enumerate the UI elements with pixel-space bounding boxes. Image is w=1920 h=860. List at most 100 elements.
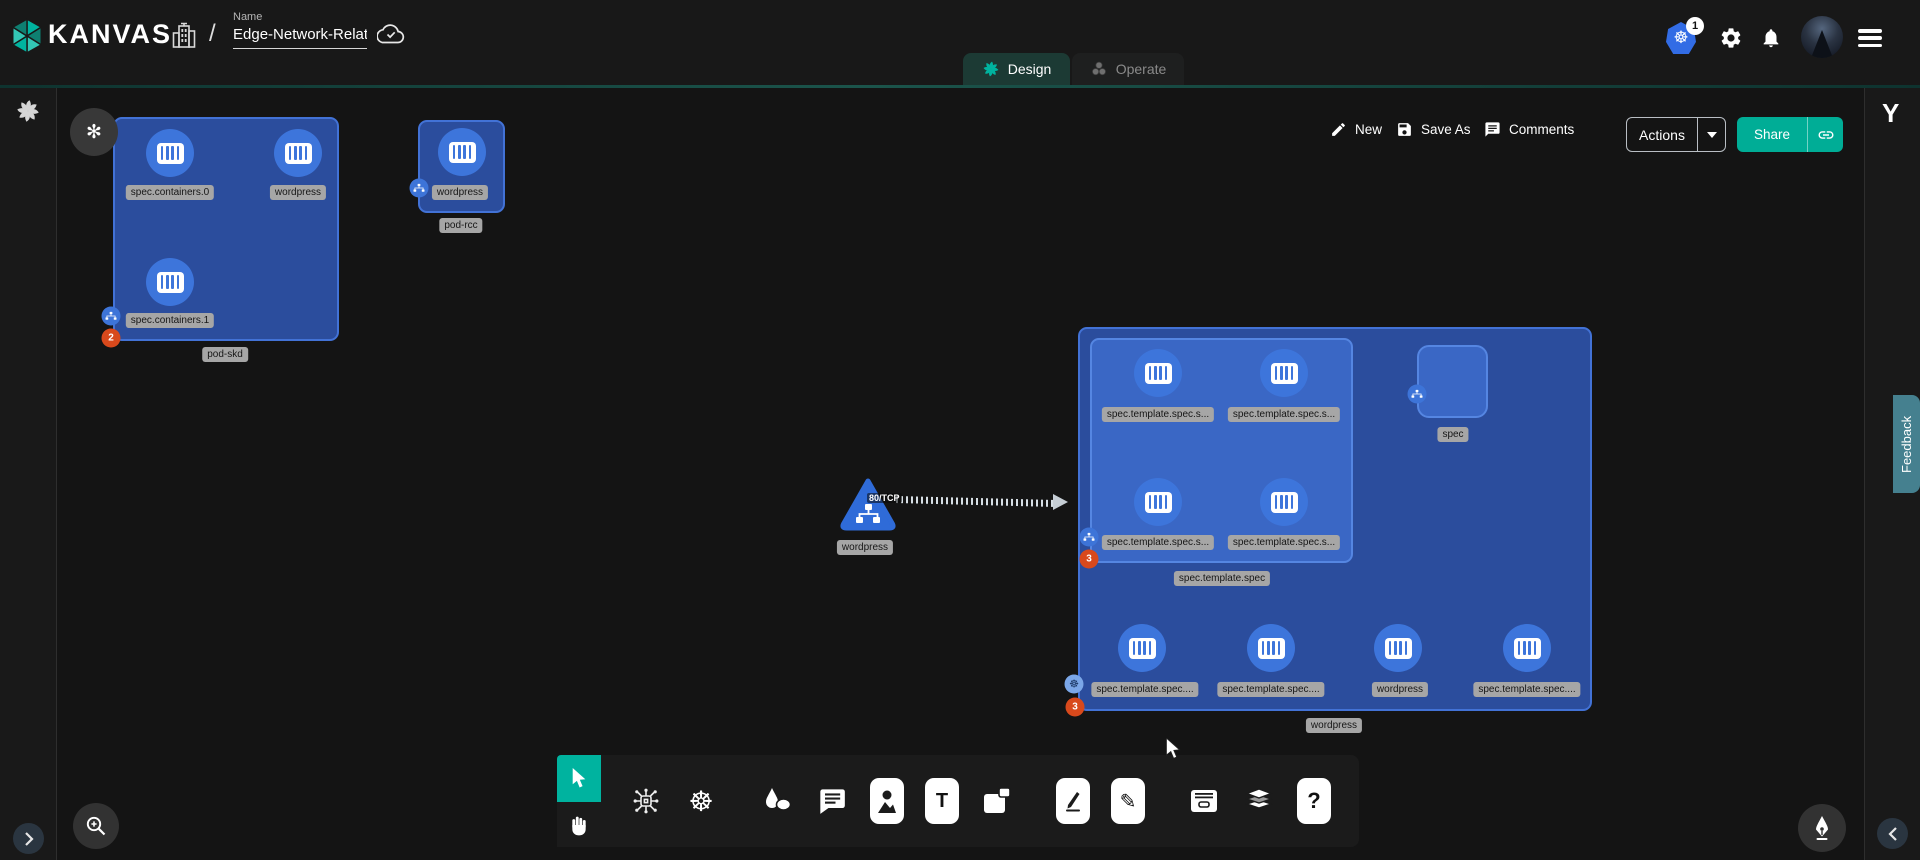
- left-rail: [0, 88, 57, 860]
- organization-icon[interactable]: [171, 21, 197, 49]
- hierarchy-icon: [414, 183, 425, 193]
- kubernetes-badge[interactable]: ☸: [1065, 675, 1084, 694]
- container-icon: [1271, 492, 1298, 513]
- right-panel-handle[interactable]: Y: [1882, 98, 1899, 129]
- actions-button[interactable]: Actions: [1626, 117, 1726, 152]
- container-icon: [157, 143, 184, 164]
- design-name-label: Name: [233, 11, 367, 23]
- canvas-dock: ☸ T: [557, 755, 1359, 847]
- pen-tool-button[interactable]: [1056, 778, 1090, 824]
- text-tool-button[interactable]: T: [925, 778, 959, 824]
- node-deployment-container-0[interactable]: [1118, 624, 1166, 672]
- node-template-container-1[interactable]: [1260, 349, 1308, 397]
- comment-tool-button[interactable]: [815, 778, 849, 824]
- layers-tool-button[interactable]: [1242, 778, 1276, 824]
- image-icon: [876, 787, 898, 815]
- zoom-search-button[interactable]: [73, 803, 119, 849]
- edge-port-label: 80/TCP: [867, 493, 902, 503]
- settings-gear-icon[interactable]: [1719, 26, 1743, 50]
- node-spec[interactable]: [1417, 345, 1488, 418]
- relationship-badge[interactable]: [410, 179, 429, 198]
- relationship-badge[interactable]: [1080, 528, 1099, 547]
- node-spec-containers-1[interactable]: [146, 258, 194, 306]
- meshery-spinner-icon[interactable]: [15, 98, 41, 124]
- node-label: wordpress: [432, 185, 488, 200]
- shapes-tool-button[interactable]: [760, 778, 794, 824]
- feedback-tab[interactable]: Feedback: [1893, 395, 1920, 493]
- node-label: spec.template.spec....: [1217, 682, 1324, 697]
- container-icon: [285, 143, 312, 164]
- node-label: spec.template.spec.s...: [1228, 407, 1340, 422]
- kubernetes-tool-button[interactable]: ☸: [684, 778, 718, 824]
- group-label: wordpress: [1306, 718, 1362, 733]
- node-spec-containers-0[interactable]: [146, 129, 194, 177]
- tab-design[interactable]: Design: [963, 53, 1070, 85]
- node-wordpress-service[interactable]: [839, 477, 897, 534]
- brand-title: KANVAS: [48, 19, 172, 50]
- help-tool-button[interactable]: ?: [1297, 778, 1331, 824]
- group-spec-template-spec[interactable]: [1090, 338, 1353, 563]
- node-wordpress-pod-skd[interactable]: [274, 129, 322, 177]
- node-label: spec.template.spec.s...: [1102, 535, 1214, 550]
- kanvas-app: KANVAS / Name Edge-Network-Relatio: [0, 0, 1920, 860]
- media-tool-button[interactable]: [870, 778, 904, 824]
- service-edge[interactable]: [896, 496, 1056, 507]
- tab-operate-label: Operate: [1116, 61, 1167, 77]
- node-label: spec: [1437, 427, 1468, 442]
- sticky-note-icon: [982, 787, 1012, 815]
- kanvas-logo-icon: [11, 17, 43, 55]
- node-label: spec.template.spec....: [1091, 682, 1198, 697]
- hierarchy-icon: [106, 311, 117, 321]
- node-template-container-2[interactable]: [1134, 478, 1182, 526]
- design-name-input[interactable]: Edge-Network-Relatio: [233, 26, 367, 49]
- node-deployment-container-2[interactable]: [1374, 624, 1422, 672]
- sketch-tool-button[interactable]: ✎: [1111, 778, 1145, 824]
- chevron-down-icon: [1707, 132, 1717, 138]
- new-button[interactable]: New: [1330, 121, 1382, 138]
- container-icon: [1271, 363, 1298, 384]
- issue-count-badge[interactable]: 2: [102, 329, 121, 348]
- components-tool-button[interactable]: [629, 778, 663, 824]
- issue-count-badge[interactable]: 3: [1080, 550, 1099, 569]
- comment-icon: [1484, 121, 1501, 138]
- zoom-in-icon: [84, 814, 108, 838]
- expand-right-panel-button[interactable]: [1877, 818, 1908, 849]
- actions-dropdown-toggle[interactable]: [1697, 118, 1725, 151]
- node-deployment-container-3[interactable]: [1503, 624, 1551, 672]
- tab-operate[interactable]: Operate: [1072, 53, 1184, 85]
- canvas-top-border: [0, 85, 1920, 88]
- node-template-container-3[interactable]: [1260, 478, 1308, 526]
- dock-mode-column: [557, 755, 601, 847]
- expand-left-panel-button[interactable]: [13, 823, 44, 854]
- design-name-field[interactable]: Name Edge-Network-Relatio: [233, 11, 367, 49]
- pencil-icon: [1330, 121, 1347, 138]
- k8s-wheel-glyph: ☸: [1069, 678, 1079, 691]
- user-avatar[interactable]: [1801, 16, 1843, 58]
- relationship-badge[interactable]: [102, 307, 121, 326]
- link-icon: [1817, 126, 1835, 144]
- relationship-badge[interactable]: [1408, 385, 1427, 404]
- select-tool-button[interactable]: [557, 755, 601, 802]
- pan-tool-button[interactable]: [557, 802, 601, 847]
- share-button[interactable]: Share: [1737, 117, 1843, 152]
- notifications-bell-icon[interactable]: [1760, 26, 1782, 50]
- issue-count-badge[interactable]: 3: [1066, 698, 1085, 717]
- k8s-wheel-glyph: ☸: [1673, 28, 1688, 48]
- drawer-tool-button[interactable]: [1187, 778, 1221, 824]
- canvas-flower-button[interactable]: ✻: [70, 108, 118, 156]
- drawing-mode-button[interactable]: [1798, 804, 1846, 852]
- node-template-container-0[interactable]: [1134, 349, 1182, 397]
- container-icon: [157, 272, 184, 293]
- node-label: spec.template.spec.s...: [1228, 535, 1340, 550]
- save-as-button[interactable]: Save As: [1396, 121, 1471, 138]
- copy-link-button[interactable]: [1807, 117, 1843, 152]
- mouse-cursor: [1164, 738, 1182, 760]
- node-label: spec.template.spec....: [1473, 682, 1580, 697]
- comments-button[interactable]: Comments: [1484, 121, 1574, 138]
- hamburger-menu-icon[interactable]: [1858, 29, 1882, 47]
- node-deployment-container-1[interactable]: [1247, 624, 1295, 672]
- hand-icon: [569, 814, 589, 836]
- shapes-icon: [762, 787, 792, 815]
- note-tool-button[interactable]: [980, 778, 1014, 824]
- node-wordpress-pod-rcc[interactable]: [438, 128, 486, 176]
